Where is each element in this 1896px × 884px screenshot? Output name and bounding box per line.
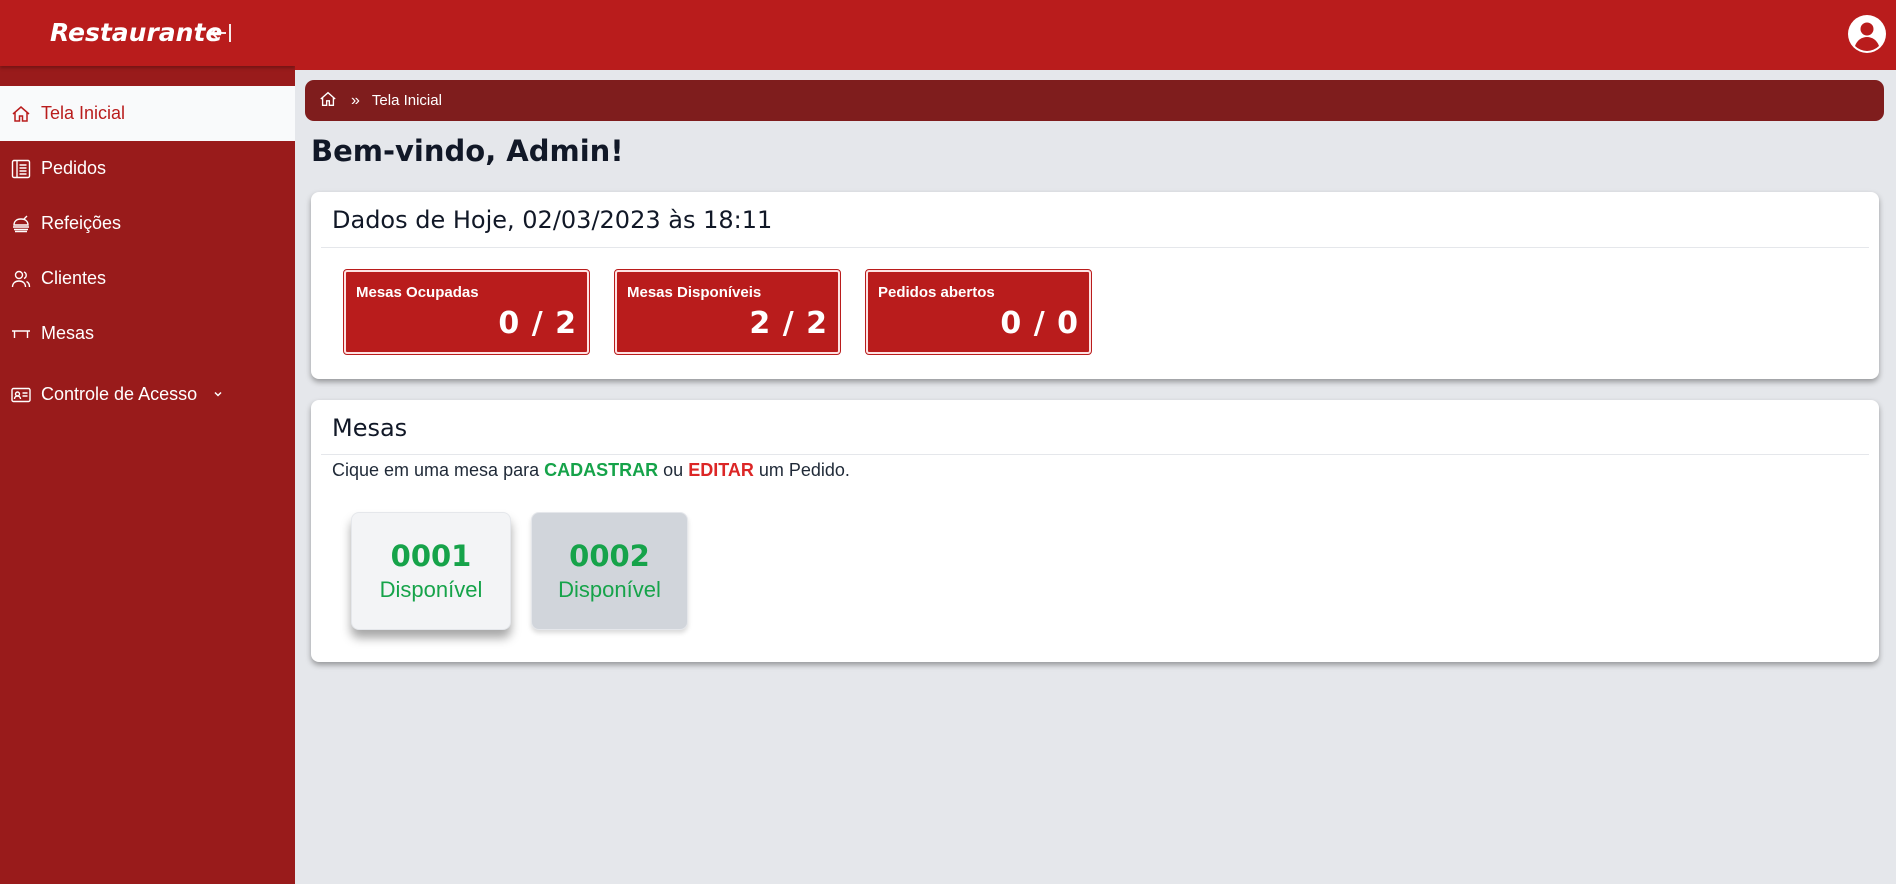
breadcrumb-separator: » xyxy=(351,91,360,109)
sidebar-item-label: Controle de Acesso xyxy=(41,384,198,404)
stat-label: Pedidos abertos xyxy=(878,284,995,301)
receipt-icon xyxy=(10,158,32,180)
meal-icon xyxy=(10,213,32,235)
stat-mesas-disponiveis: Mesas Disponíveis 2 / 2 xyxy=(614,269,841,355)
instructions-editar: EDITAR xyxy=(688,460,754,480)
table-card-0001[interactable]: 0001 Disponível xyxy=(351,512,511,630)
sidebar-item-pedidos[interactable]: Pedidos xyxy=(0,141,295,196)
table-number: 0001 xyxy=(390,539,472,573)
table-status: Disponível xyxy=(379,577,483,602)
today-stats-card: Dados de Hoje, 02/03/2023 às 18:11 Mesas… xyxy=(311,192,1879,379)
sidebar: Restaurante Tela Inicial Pedidos Refeiçõ… xyxy=(0,0,295,884)
sidebar-item-clientes[interactable]: Clientes xyxy=(0,251,295,306)
topbar xyxy=(295,0,1896,70)
page-title: Bem-vindo, Admin! xyxy=(311,134,624,168)
breadcrumb: » Tela Inicial xyxy=(305,80,1884,121)
stat-pedidos-abertos: Pedidos abertos 0 / 0 xyxy=(865,269,1092,355)
card-title: Mesas xyxy=(321,400,1869,455)
stat-label: Mesas Disponíveis xyxy=(627,284,762,301)
mesas-card: Mesas Cique em uma mesa para CADASTRAR o… xyxy=(311,400,1879,662)
instructions-text: um Pedido. xyxy=(758,460,850,480)
id-card-icon xyxy=(10,384,32,406)
table-number: 0002 xyxy=(569,539,650,573)
table-status: Disponível xyxy=(558,577,661,602)
breadcrumb-current: Tela Inicial xyxy=(371,92,442,109)
sidebar-item-tela-inicial[interactable]: Tela Inicial xyxy=(0,86,295,141)
instructions-cadastrar: CADASTRAR xyxy=(544,460,659,480)
home-icon[interactable] xyxy=(319,90,337,112)
sidebar-nav: Tela Inicial Pedidos Refeições Clientes … xyxy=(0,86,295,422)
stat-value: 0 / 0 xyxy=(1000,306,1079,341)
sidebar-item-label: Mesas xyxy=(41,323,95,343)
sidebar-item-mesas[interactable]: Mesas xyxy=(0,306,295,361)
stat-value: 2 / 2 xyxy=(749,306,828,341)
sidebar-item-controle-de-acesso[interactable]: Controle de Acesso xyxy=(0,367,295,422)
sidebar-item-label: Refeições xyxy=(41,213,122,233)
users-icon xyxy=(10,268,32,290)
sidebar-item-label: Tela Inicial xyxy=(41,103,126,123)
brand-bar: Restaurante xyxy=(0,0,295,66)
stat-label: Mesas Ocupadas xyxy=(356,284,479,301)
stat-mesas-ocupadas: Mesas Ocupadas 0 / 2 xyxy=(343,269,590,355)
table-icon xyxy=(10,323,32,345)
instructions-text: ou xyxy=(663,460,684,480)
table-card-0002[interactable]: 0002 Disponível xyxy=(531,512,688,630)
stat-value: 0 / 2 xyxy=(498,306,577,341)
sidebar-item-refeicoes[interactable]: Refeições xyxy=(0,196,295,251)
chevron-down-icon xyxy=(213,388,223,402)
instructions-text: Cique em uma mesa para xyxy=(332,460,540,480)
arrow-left-bar-icon xyxy=(210,24,231,42)
sidebar-item-label: Clientes xyxy=(41,268,107,288)
sidebar-item-label: Pedidos xyxy=(41,158,107,178)
mesas-instructions: Cique em uma mesa para CADASTRAR ou EDIT… xyxy=(332,460,850,481)
user-avatar-icon[interactable] xyxy=(1848,15,1886,53)
home-icon xyxy=(10,103,32,125)
app-title: Restaurante xyxy=(50,18,223,47)
collapse-sidebar-button[interactable] xyxy=(206,18,236,48)
card-title: Dados de Hoje, 02/03/2023 às 18:11 xyxy=(321,192,1869,248)
